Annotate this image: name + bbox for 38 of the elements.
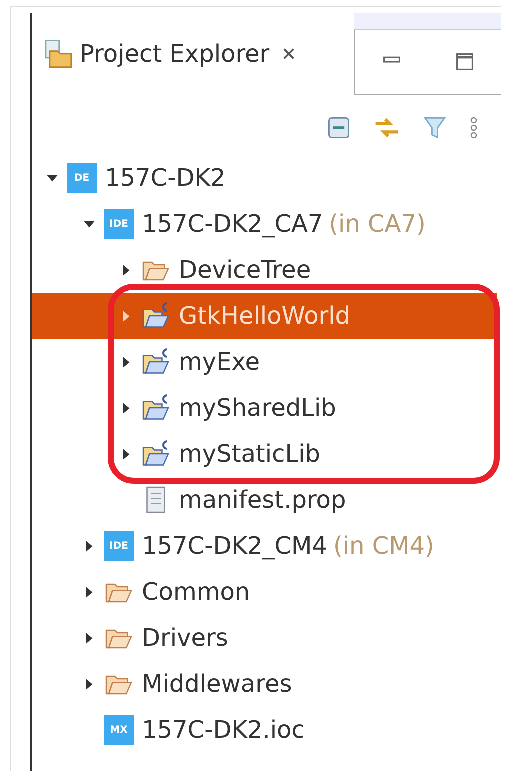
- c-project-folder-icon: [141, 347, 171, 377]
- tree-item[interactable]: Middlewares: [32, 661, 501, 707]
- project-explorer-tab[interactable]: Project Explorer: [32, 13, 354, 95]
- tree-item[interactable]: DeviceTree: [32, 247, 501, 293]
- maximize-icon[interactable]: [454, 51, 476, 73]
- tree-item-label: myStaticLib: [179, 440, 320, 468]
- tree-item-label: Common: [142, 578, 250, 606]
- tree-item-label: 157C-DK2: [105, 164, 226, 192]
- close-icon[interactable]: [282, 47, 296, 61]
- project-badge-icon: DE: [67, 163, 97, 193]
- tree-item-label: Drivers: [142, 624, 228, 652]
- tree-item-label: DeviceTree: [179, 256, 312, 284]
- project-badge-icon: IDE: [104, 209, 134, 239]
- tree-item-label: mySharedLib: [179, 394, 336, 422]
- tree-item[interactable]: Common: [32, 569, 501, 615]
- tree-item-label: 157C-DK2_CA7: [142, 210, 324, 238]
- tree-item[interactable]: DE 157C-DK2: [32, 155, 501, 201]
- tree-item[interactable]: manifest.prop: [32, 477, 501, 523]
- c-project-folder-icon: [141, 301, 171, 331]
- c-project-folder-icon: [141, 439, 171, 469]
- c-project-folder-icon: [141, 393, 171, 423]
- tree-item-context: (in CM4): [333, 532, 434, 560]
- tree-item-label: 157C-DK2.ioc: [142, 716, 305, 744]
- tree-item[interactable]: MX 157C-DK2.ioc: [32, 707, 501, 753]
- tree-item-context: (in CA7): [329, 210, 426, 238]
- tree-item-label: GtkHelloWorld: [179, 302, 351, 330]
- project-badge-icon: MX: [104, 715, 134, 745]
- tree-item[interactable]: myStaticLib: [32, 431, 501, 477]
- tree-item-label: manifest.prop: [179, 486, 346, 514]
- tree-item[interactable]: IDE 157C-DK2_CA7 (in CA7): [32, 201, 501, 247]
- tree-item[interactable]: mySharedLib: [32, 385, 501, 431]
- project-badge-icon: IDE: [104, 531, 134, 561]
- tree-item[interactable]: Drivers: [32, 615, 501, 661]
- tree-item-label: Middlewares: [142, 670, 292, 698]
- tree-item-label: 157C-DK2_CM4: [142, 532, 328, 560]
- tree-item[interactable]: myExe: [32, 339, 501, 385]
- tree-item[interactable]: IDE 157C-DK2_CM4 (in CM4): [32, 523, 501, 569]
- tree-item-label: myExe: [179, 348, 260, 376]
